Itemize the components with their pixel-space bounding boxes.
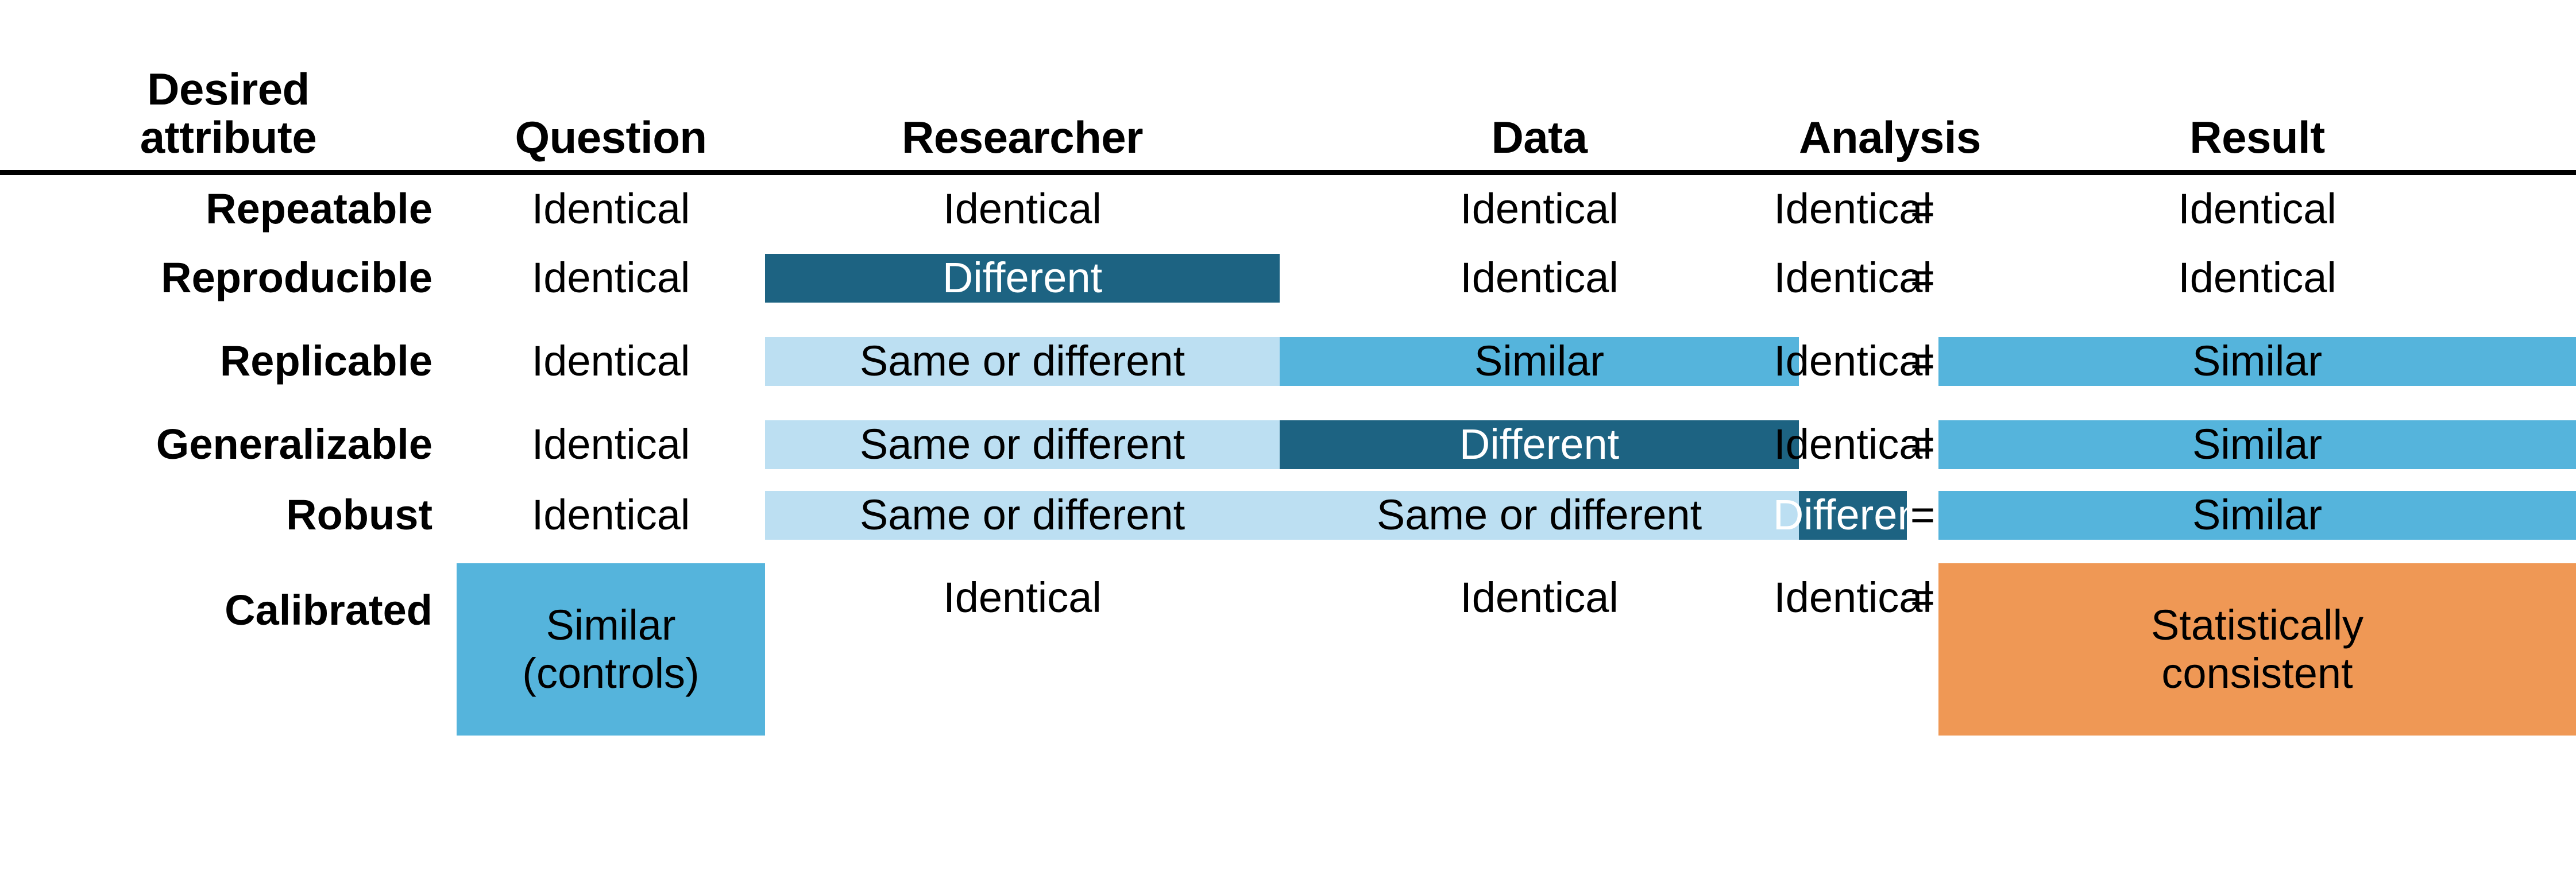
cell-chip: Identical [1774, 573, 1932, 621]
table-header: Desired attribute Question Researcher Da… [0, 0, 2576, 175]
table-row-repeatable: Repeatable Identical Identical Identical… [0, 172, 2576, 243]
cell-repeatable-data: Identical [1280, 172, 1799, 243]
cell-replicable-analysis: Identical [1774, 326, 1932, 397]
cell-replicable-equals: = [1910, 337, 1936, 385]
cell-robust-data: Same or different [1280, 480, 1799, 551]
cell-repeatable-question: Identical [457, 172, 765, 243]
cell-chip: Identical [1774, 254, 1932, 302]
column-header-result: Result [1938, 0, 2576, 175]
row-spacer [0, 551, 2576, 563]
cell-chip-highlight: Statistically consistent [1938, 563, 2576, 736]
row-spacer [0, 397, 2576, 409]
column-header-question: Question [457, 0, 765, 175]
cell-repeatable-equals: = [1910, 184, 1936, 233]
cell-calibrated-equals: = [1907, 563, 1938, 736]
cell-reproducible-data: Identical [1280, 243, 1799, 314]
cell-chip-line1: Statistically [2150, 601, 2364, 649]
cell-chip-highlight: Different [765, 254, 1280, 303]
cell-reproducible-equals: = [1910, 254, 1936, 302]
cell-robust-question: Identical [457, 480, 765, 551]
table-row-reproducible: Reproducible Identical Different Identic… [0, 243, 2576, 314]
row-label-reproducible: Reproducible [161, 254, 432, 302]
cell-chip-highlight: Similar [1280, 337, 1799, 386]
cell-chip: Identical [1460, 254, 1619, 302]
cell-repeatable-researcher: Identical [765, 172, 1280, 243]
column-header-analysis: Analysis [1799, 0, 1981, 175]
cell-chip-highlight: Similar [1938, 491, 2576, 540]
row-spacer [0, 314, 2576, 326]
cell-chip: Identical [1460, 573, 1619, 621]
cell-generalizable-researcher: Same or different [765, 409, 1280, 480]
cell-chip: = [1910, 573, 1936, 621]
cell-replicable-researcher: Same or different [765, 326, 1280, 397]
reproducibility-matrix-figure: Desired attribute Question Researcher Da… [0, 0, 2576, 894]
column-header-attribute: Desired attribute [0, 0, 457, 175]
table-row-calibrated: Calibrated Similar (controls) Identical … [0, 563, 2576, 736]
cell-chip-highlight: Same or different [1280, 491, 1799, 540]
cell-reproducible-analysis: Identical [1774, 243, 1932, 314]
cell-chip-highlight: Similar [1938, 337, 2576, 386]
cell-generalizable-data: Different [1280, 409, 1799, 480]
column-header-attribute-line1: Desired [147, 64, 310, 115]
row-label-calibrated: Calibrated [225, 586, 432, 634]
cell-chip: Identical [531, 337, 690, 385]
cell-chip-highlight: Similar [1938, 420, 2576, 469]
cell-chip: Identical [2178, 184, 2336, 233]
row-label-replicable: Replicable [219, 337, 432, 385]
cell-robust-researcher: Same or different [765, 480, 1280, 551]
cell-calibrated-result: Statistically consistent [1938, 563, 2576, 736]
row-label-generalizable: Generalizable [156, 420, 432, 469]
cell-reproducible-result: Identical [1938, 243, 2576, 314]
table-row-generalizable: Generalizable Identical Same or differen… [0, 409, 2576, 480]
row-label-robust: Robust [286, 491, 432, 539]
cell-robust-equals: = [1910, 491, 1936, 539]
cell-chip: Identical [531, 184, 690, 233]
cell-chip-highlight: Different [1772, 491, 1933, 540]
column-header-attribute-line2: attribute [140, 112, 317, 163]
row-label-repeatable: Repeatable [206, 184, 432, 233]
cell-reproducible-researcher: Different [765, 243, 1280, 314]
cell-calibrated-question: Similar (controls) [457, 563, 765, 736]
cell-robust-analysis: Different [1772, 480, 1933, 551]
cell-repeatable-analysis: Identical [1774, 172, 1932, 243]
cell-chip: Identical [531, 491, 690, 539]
cell-chip-highlight: Same or different [765, 420, 1280, 469]
column-header-researcher: Researcher [765, 0, 1280, 175]
cell-generalizable-question: Identical [457, 409, 765, 480]
cell-chip-line2: (controls) [522, 649, 700, 697]
cell-robust-result: Similar [1938, 480, 2576, 551]
cell-chip-line2: consistent [2161, 649, 2353, 697]
cell-chip: Identical [1460, 184, 1619, 233]
cell-generalizable-equals: = [1910, 420, 1936, 469]
cell-calibrated-analysis: Identical [1774, 563, 1932, 736]
cell-calibrated-researcher: Identical [765, 563, 1280, 736]
table-row-replicable: Replicable Identical Same or different S… [0, 326, 2576, 397]
reproducibility-matrix-table: Desired attribute Question Researcher Da… [0, 0, 2576, 736]
cell-chip: Identical [943, 573, 1102, 621]
cell-chip: Identical [1774, 337, 1932, 385]
cell-replicable-question: Identical [457, 326, 765, 397]
cell-chip: Identical [943, 184, 1102, 233]
cell-replicable-data: Similar [1280, 326, 1799, 397]
cell-chip-line1: Similar [546, 601, 676, 649]
cell-chip: Identical [531, 254, 690, 302]
cell-chip: Identical [2178, 254, 2336, 302]
cell-chip: Identical [531, 420, 690, 469]
table-body: Repeatable Identical Identical Identical… [0, 172, 2576, 736]
header-row: Desired attribute Question Researcher Da… [0, 0, 2576, 175]
cell-calibrated-data: Identical [1280, 563, 1799, 736]
cell-chip-highlight: Same or different [765, 491, 1280, 540]
column-header-data: Data [1280, 0, 1799, 175]
cell-generalizable-analysis: Identical [1774, 409, 1932, 480]
cell-chip-highlight: Different [1280, 420, 1799, 469]
cell-repeatable-result: Identical [1938, 172, 2576, 243]
table-row-robust: Robust Identical Same or different Same … [0, 480, 2576, 551]
cell-chip: Identical [1774, 184, 1932, 233]
cell-chip: Identical [1774, 420, 1932, 469]
cell-chip-highlight: Similar (controls) [457, 563, 765, 736]
cell-replicable-result: Similar [1938, 326, 2576, 397]
cell-chip-highlight: Same or different [765, 337, 1280, 386]
cell-generalizable-result: Similar [1938, 409, 2576, 480]
cell-reproducible-question: Identical [457, 243, 765, 314]
